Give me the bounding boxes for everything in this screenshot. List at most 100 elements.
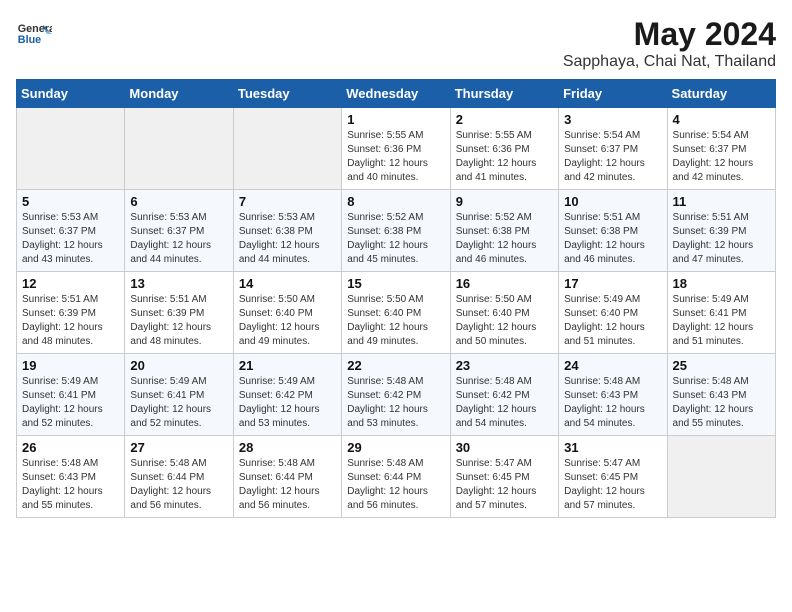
weekday-header: Sunday	[17, 80, 125, 108]
weekday-header: Wednesday	[342, 80, 450, 108]
calendar-cell: 31 Sunrise: 5:47 AMSunset: 6:45 PMDaylig…	[559, 436, 667, 518]
calendar-cell: 16 Sunrise: 5:50 AMSunset: 6:40 PMDaylig…	[450, 272, 558, 354]
day-number: 20	[130, 358, 227, 373]
calendar-cell	[125, 108, 233, 190]
calendar-cell: 29 Sunrise: 5:48 AMSunset: 6:44 PMDaylig…	[342, 436, 450, 518]
day-info: Sunrise: 5:55 AMSunset: 6:36 PMDaylight:…	[456, 130, 537, 183]
calendar-week-row: 5 Sunrise: 5:53 AMSunset: 6:37 PMDayligh…	[17, 190, 776, 272]
calendar-cell	[233, 108, 341, 190]
calendar-cell: 5 Sunrise: 5:53 AMSunset: 6:37 PMDayligh…	[17, 190, 125, 272]
calendar-cell: 2 Sunrise: 5:55 AMSunset: 6:36 PMDayligh…	[450, 108, 558, 190]
calendar-cell: 25 Sunrise: 5:48 AMSunset: 6:43 PMDaylig…	[667, 354, 775, 436]
day-number: 15	[347, 276, 444, 291]
calendar-cell: 12 Sunrise: 5:51 AMSunset: 6:39 PMDaylig…	[17, 272, 125, 354]
day-number: 4	[673, 112, 770, 127]
page-header: General Blue May 2024 Sapphaya, Chai Nat…	[16, 16, 776, 71]
day-number: 2	[456, 112, 553, 127]
day-info: Sunrise: 5:50 AMSunset: 6:40 PMDaylight:…	[239, 294, 320, 347]
day-info: Sunrise: 5:51 AMSunset: 6:39 PMDaylight:…	[673, 212, 754, 265]
day-number: 14	[239, 276, 336, 291]
calendar-cell: 1 Sunrise: 5:55 AMSunset: 6:36 PMDayligh…	[342, 108, 450, 190]
day-number: 3	[564, 112, 661, 127]
calendar-cell: 30 Sunrise: 5:47 AMSunset: 6:45 PMDaylig…	[450, 436, 558, 518]
title-block: May 2024 Sapphaya, Chai Nat, Thailand	[563, 16, 776, 71]
weekday-header: Tuesday	[233, 80, 341, 108]
day-number: 22	[347, 358, 444, 373]
calendar-cell: 28 Sunrise: 5:48 AMSunset: 6:44 PMDaylig…	[233, 436, 341, 518]
calendar-cell: 26 Sunrise: 5:48 AMSunset: 6:43 PMDaylig…	[17, 436, 125, 518]
day-info: Sunrise: 5:48 AMSunset: 6:42 PMDaylight:…	[347, 376, 428, 429]
calendar-cell: 18 Sunrise: 5:49 AMSunset: 6:41 PMDaylig…	[667, 272, 775, 354]
calendar-cell: 24 Sunrise: 5:48 AMSunset: 6:43 PMDaylig…	[559, 354, 667, 436]
calendar-cell	[667, 436, 775, 518]
day-info: Sunrise: 5:49 AMSunset: 6:40 PMDaylight:…	[564, 294, 645, 347]
day-number: 6	[130, 194, 227, 209]
day-number: 24	[564, 358, 661, 373]
calendar-cell: 20 Sunrise: 5:49 AMSunset: 6:41 PMDaylig…	[125, 354, 233, 436]
day-info: Sunrise: 5:52 AMSunset: 6:38 PMDaylight:…	[347, 212, 428, 265]
calendar-cell: 7 Sunrise: 5:53 AMSunset: 6:38 PMDayligh…	[233, 190, 341, 272]
day-info: Sunrise: 5:48 AMSunset: 6:42 PMDaylight:…	[456, 376, 537, 429]
calendar-cell: 23 Sunrise: 5:48 AMSunset: 6:42 PMDaylig…	[450, 354, 558, 436]
calendar-cell: 15 Sunrise: 5:50 AMSunset: 6:40 PMDaylig…	[342, 272, 450, 354]
calendar-cell: 6 Sunrise: 5:53 AMSunset: 6:37 PMDayligh…	[125, 190, 233, 272]
day-info: Sunrise: 5:50 AMSunset: 6:40 PMDaylight:…	[347, 294, 428, 347]
weekday-header: Monday	[125, 80, 233, 108]
calendar-week-row: 1 Sunrise: 5:55 AMSunset: 6:36 PMDayligh…	[17, 108, 776, 190]
day-number: 23	[456, 358, 553, 373]
day-info: Sunrise: 5:48 AMSunset: 6:43 PMDaylight:…	[22, 458, 103, 511]
day-info: Sunrise: 5:48 AMSunset: 6:44 PMDaylight:…	[347, 458, 428, 511]
day-info: Sunrise: 5:53 AMSunset: 6:37 PMDaylight:…	[22, 212, 103, 265]
day-info: Sunrise: 5:48 AMSunset: 6:43 PMDaylight:…	[673, 376, 754, 429]
weekday-header: Thursday	[450, 80, 558, 108]
calendar-cell: 21 Sunrise: 5:49 AMSunset: 6:42 PMDaylig…	[233, 354, 341, 436]
day-number: 18	[673, 276, 770, 291]
day-info: Sunrise: 5:50 AMSunset: 6:40 PMDaylight:…	[456, 294, 537, 347]
day-number: 29	[347, 440, 444, 455]
logo-icon: General Blue	[16, 16, 52, 52]
logo: General Blue	[16, 16, 52, 52]
day-number: 27	[130, 440, 227, 455]
day-info: Sunrise: 5:53 AMSunset: 6:38 PMDaylight:…	[239, 212, 320, 265]
day-info: Sunrise: 5:51 AMSunset: 6:38 PMDaylight:…	[564, 212, 645, 265]
calendar-cell: 14 Sunrise: 5:50 AMSunset: 6:40 PMDaylig…	[233, 272, 341, 354]
day-info: Sunrise: 5:47 AMSunset: 6:45 PMDaylight:…	[456, 458, 537, 511]
day-number: 1	[347, 112, 444, 127]
day-number: 25	[673, 358, 770, 373]
day-number: 7	[239, 194, 336, 209]
page-subtitle: Sapphaya, Chai Nat, Thailand	[563, 53, 776, 71]
calendar-table: SundayMondayTuesdayWednesdayThursdayFrid…	[16, 79, 776, 518]
calendar-cell: 11 Sunrise: 5:51 AMSunset: 6:39 PMDaylig…	[667, 190, 775, 272]
calendar-week-row: 19 Sunrise: 5:49 AMSunset: 6:41 PMDaylig…	[17, 354, 776, 436]
calendar-cell: 4 Sunrise: 5:54 AMSunset: 6:37 PMDayligh…	[667, 108, 775, 190]
calendar-week-row: 26 Sunrise: 5:48 AMSunset: 6:43 PMDaylig…	[17, 436, 776, 518]
day-number: 28	[239, 440, 336, 455]
calendar-cell: 19 Sunrise: 5:49 AMSunset: 6:41 PMDaylig…	[17, 354, 125, 436]
day-info: Sunrise: 5:52 AMSunset: 6:38 PMDaylight:…	[456, 212, 537, 265]
calendar-cell	[17, 108, 125, 190]
day-info: Sunrise: 5:49 AMSunset: 6:41 PMDaylight:…	[673, 294, 754, 347]
day-number: 16	[456, 276, 553, 291]
day-number: 13	[130, 276, 227, 291]
day-info: Sunrise: 5:55 AMSunset: 6:36 PMDaylight:…	[347, 130, 428, 183]
calendar-cell: 8 Sunrise: 5:52 AMSunset: 6:38 PMDayligh…	[342, 190, 450, 272]
weekday-header: Saturday	[667, 80, 775, 108]
day-number: 9	[456, 194, 553, 209]
day-info: Sunrise: 5:54 AMSunset: 6:37 PMDaylight:…	[564, 130, 645, 183]
calendar-cell: 13 Sunrise: 5:51 AMSunset: 6:39 PMDaylig…	[125, 272, 233, 354]
day-info: Sunrise: 5:49 AMSunset: 6:42 PMDaylight:…	[239, 376, 320, 429]
calendar-week-row: 12 Sunrise: 5:51 AMSunset: 6:39 PMDaylig…	[17, 272, 776, 354]
day-info: Sunrise: 5:49 AMSunset: 6:41 PMDaylight:…	[22, 376, 103, 429]
day-number: 8	[347, 194, 444, 209]
calendar-cell: 22 Sunrise: 5:48 AMSunset: 6:42 PMDaylig…	[342, 354, 450, 436]
day-number: 21	[239, 358, 336, 373]
day-number: 26	[22, 440, 119, 455]
day-number: 10	[564, 194, 661, 209]
day-info: Sunrise: 5:51 AMSunset: 6:39 PMDaylight:…	[22, 294, 103, 347]
svg-text:Blue: Blue	[18, 34, 41, 46]
page-title: May 2024	[563, 16, 776, 53]
day-info: Sunrise: 5:47 AMSunset: 6:45 PMDaylight:…	[564, 458, 645, 511]
weekday-header-row: SundayMondayTuesdayWednesdayThursdayFrid…	[17, 80, 776, 108]
day-info: Sunrise: 5:53 AMSunset: 6:37 PMDaylight:…	[130, 212, 211, 265]
day-number: 17	[564, 276, 661, 291]
